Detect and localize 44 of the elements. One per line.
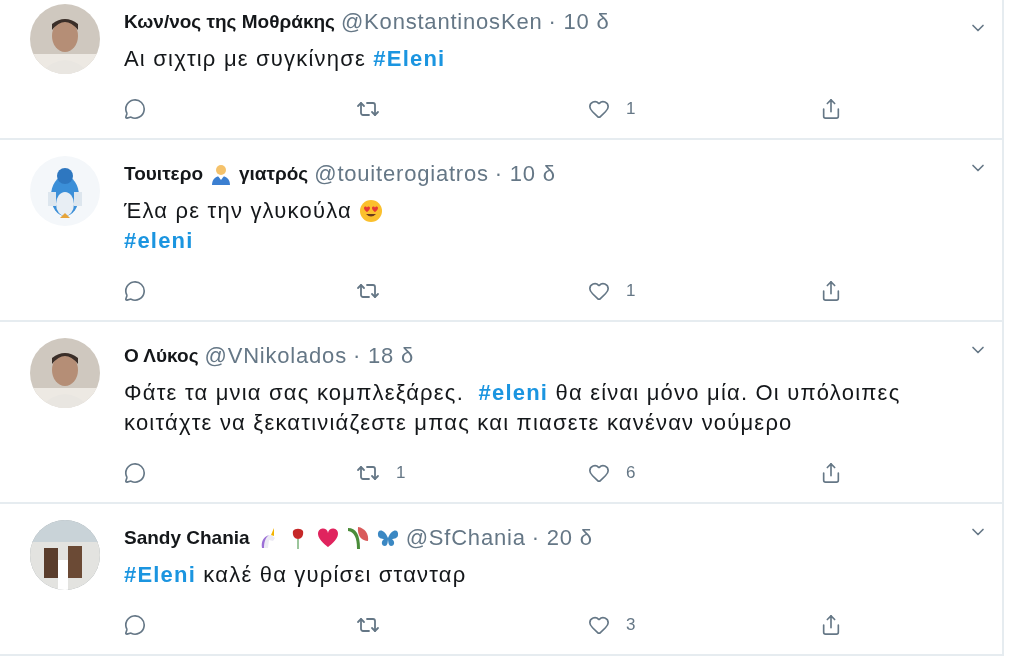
wilted-flower-emoji-icon — [345, 526, 370, 550]
tweet-text: Αι σιχτιρ με συγκίνησε — [124, 45, 367, 73]
tweet-text: Φάτε τα μνια σας κομπλεξάρες. — [124, 379, 465, 407]
share-icon[interactable] — [820, 280, 842, 302]
like-icon[interactable] — [588, 614, 610, 636]
hashtag-link[interactable]: #eleni — [124, 226, 194, 256]
user-name[interactable]: Sandy Chania — [124, 527, 250, 549]
share-icon[interactable] — [820, 614, 842, 636]
tweet-text: θα είναι μόνο μία. Οι υπόλοιπες — [554, 379, 901, 407]
retweet-count: 1 — [396, 463, 406, 483]
like-icon[interactable] — [588, 280, 610, 302]
user-name[interactable]: Κων/νος της Μοθράκης — [124, 11, 335, 33]
tweet-text: Έλα ρε την γλυκούλα — [124, 197, 353, 225]
user-handle[interactable]: @touiterogiatros — [314, 161, 489, 187]
like-count: 1 — [626, 99, 636, 119]
tweet-time: · 20 δ — [531, 525, 593, 551]
user-handle[interactable]: @VNikolados — [204, 343, 347, 369]
user-name[interactable]: Τουιτερο — [124, 163, 203, 185]
like-count: 3 — [626, 615, 636, 635]
user-handle[interactable]: @KonstantinosKen — [341, 9, 543, 35]
like-icon[interactable] — [588, 462, 610, 484]
tweet-text: κοιτάχτε να ξεκατινιάζεστε μπας και πιασετε κανέναν νούμερο — [124, 409, 793, 437]
tweet-time: · 10 δ — [494, 161, 556, 187]
tweet-time: · 18 δ — [352, 343, 415, 369]
user-handle[interactable]: @SfChania — [405, 525, 526, 551]
like-count: 1 — [626, 281, 636, 301]
hashtag-link[interactable]: #Eleni — [373, 44, 446, 74]
reply-icon[interactable] — [124, 98, 146, 120]
hashtag-link[interactable]: #eleni — [478, 378, 549, 408]
user-name[interactable]: γιατρός — [239, 163, 309, 185]
heart-emoji-icon — [315, 526, 340, 550]
tweet-text: καλέ θα γυρίσει στανταρ — [202, 561, 467, 589]
doctor-emoji-icon — [209, 162, 233, 186]
share-icon[interactable] — [820, 462, 842, 484]
reply-icon[interactable] — [124, 462, 146, 484]
reply-icon[interactable] — [124, 280, 146, 302]
share-icon[interactable] — [820, 98, 842, 120]
user-name[interactable]: Ο Λύκος — [124, 345, 199, 367]
like-icon[interactable] — [588, 98, 610, 120]
heart-eyes-emoji-icon — [359, 199, 384, 223]
tweet-time: · 10 δ — [548, 9, 610, 35]
like-count: 6 — [626, 463, 636, 483]
hashtag-link[interactable]: #Eleni — [124, 560, 196, 590]
reply-icon[interactable] — [124, 614, 146, 636]
